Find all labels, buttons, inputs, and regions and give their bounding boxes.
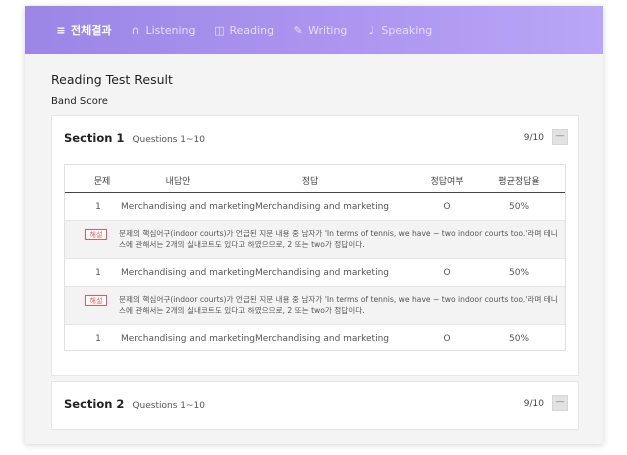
my-answer: Merchandising and marketing xyxy=(121,334,256,344)
section-score: 9/10 xyxy=(523,133,544,143)
collapse-toggle-button[interactable]: — xyxy=(552,395,568,411)
tab-bar: ≡ 전체결과 ∩ Listening ◫ Reading ✎ Writing ♩… xyxy=(25,6,603,54)
section-header: Section 2 Questions 1~10 xyxy=(64,397,205,411)
column-header-my-answer: 내답안 xyxy=(165,177,191,187)
result-mark: O xyxy=(443,202,451,212)
average-rate: 50% xyxy=(508,334,530,344)
tab-label: 전체결과 xyxy=(71,24,112,37)
result-mark: O xyxy=(443,334,451,344)
my-answer: Merchandising and marketing xyxy=(121,202,256,212)
collapse-toggle-button[interactable]: — xyxy=(552,129,568,145)
my-answer: Merchandising and marketing xyxy=(121,268,256,278)
microphone-icon: ♩ xyxy=(368,23,375,37)
menu-icon: ≡ xyxy=(56,23,66,37)
tab-label: Writing xyxy=(308,23,348,37)
explanation-text: 문제의 핵심어구(indoor courts)가 언급된 지문 내용 중 남자가… xyxy=(119,229,558,249)
book-icon: ◫ xyxy=(214,23,225,37)
section-score: 9/10 xyxy=(523,399,544,409)
table-row: 1 Merchandising and marketing Merchandis… xyxy=(65,325,565,352)
tab-label: Speaking xyxy=(381,23,433,37)
average-rate: 50% xyxy=(508,268,530,278)
explanation-row: 해설 문제의 핵심어구(indoor courts)가 언급된 지문 내용 중 … xyxy=(65,287,565,325)
column-header-correct: 정답여부 xyxy=(430,177,464,187)
result-card: ≡ 전체결과 ∩ Listening ◫ Reading ✎ Writing ♩… xyxy=(25,6,603,444)
tab-listening[interactable]: ∩ Listening xyxy=(129,24,195,37)
section-questions: Questions 1~10 xyxy=(132,135,205,145)
tab-overall[interactable]: ≡ 전체결과 xyxy=(55,22,111,38)
section-questions: Questions 1~10 xyxy=(132,401,205,411)
column-header-question: 문제 xyxy=(93,177,111,187)
correct-answer: Merchandising and marketing xyxy=(255,268,390,278)
page-subtitle: Band Score xyxy=(51,96,108,107)
section-1-panel: Section 1 Questions 1~10 9/10 — 문제 내답안 정… xyxy=(51,115,579,376)
explanation-badge: 해설 xyxy=(85,295,107,306)
explanation-text: 문제의 핵심어구(indoor courts)가 언급된 지문 내용 중 남자가… xyxy=(119,295,558,315)
tab-label: Reading xyxy=(229,23,275,37)
pencil-icon: ✎ xyxy=(293,23,303,37)
section-header: Section 1 Questions 1~10 xyxy=(64,131,205,145)
table-row: 1 Merchandising and marketing Merchandis… xyxy=(65,259,565,287)
result-mark: O xyxy=(443,268,451,278)
tab-writing[interactable]: ✎ Writing xyxy=(292,23,348,37)
headphones-icon: ∩ xyxy=(131,23,140,37)
row-number: 1 xyxy=(95,202,101,212)
tab-speaking[interactable]: ♩ Speaking xyxy=(365,24,432,37)
column-header-answer: 정답 xyxy=(301,177,319,187)
correct-answer: Merchandising and marketing xyxy=(255,334,390,344)
explanation-badge: 해설 xyxy=(85,229,107,240)
explanation-row: 해설 문제의 핵심어구(indoor courts)가 언급된 지문 내용 중 … xyxy=(65,221,565,259)
table-header: 문제 내답안 정답 정답여부 평균정답율 xyxy=(65,165,565,193)
section-title: Section 2 xyxy=(64,397,125,411)
section-2-panel: Section 2 Questions 1~10 9/10 — xyxy=(51,381,579,430)
tab-reading[interactable]: ◫ Reading xyxy=(213,24,274,37)
table-row: 1 Merchandising and marketing Merchandis… xyxy=(65,193,565,221)
result-table: 문제 내답안 정답 정답여부 평균정답율 1 Merchandising and… xyxy=(64,164,566,351)
tab-label: Listening xyxy=(145,23,196,37)
row-number: 1 xyxy=(95,268,101,278)
page-title: Reading Test Result xyxy=(51,72,173,87)
section-title: Section 1 xyxy=(64,131,125,145)
row-number: 1 xyxy=(95,334,101,344)
correct-answer: Merchandising and marketing xyxy=(255,202,390,212)
average-rate: 50% xyxy=(508,202,530,212)
column-header-average: 평균정답율 xyxy=(498,177,540,187)
